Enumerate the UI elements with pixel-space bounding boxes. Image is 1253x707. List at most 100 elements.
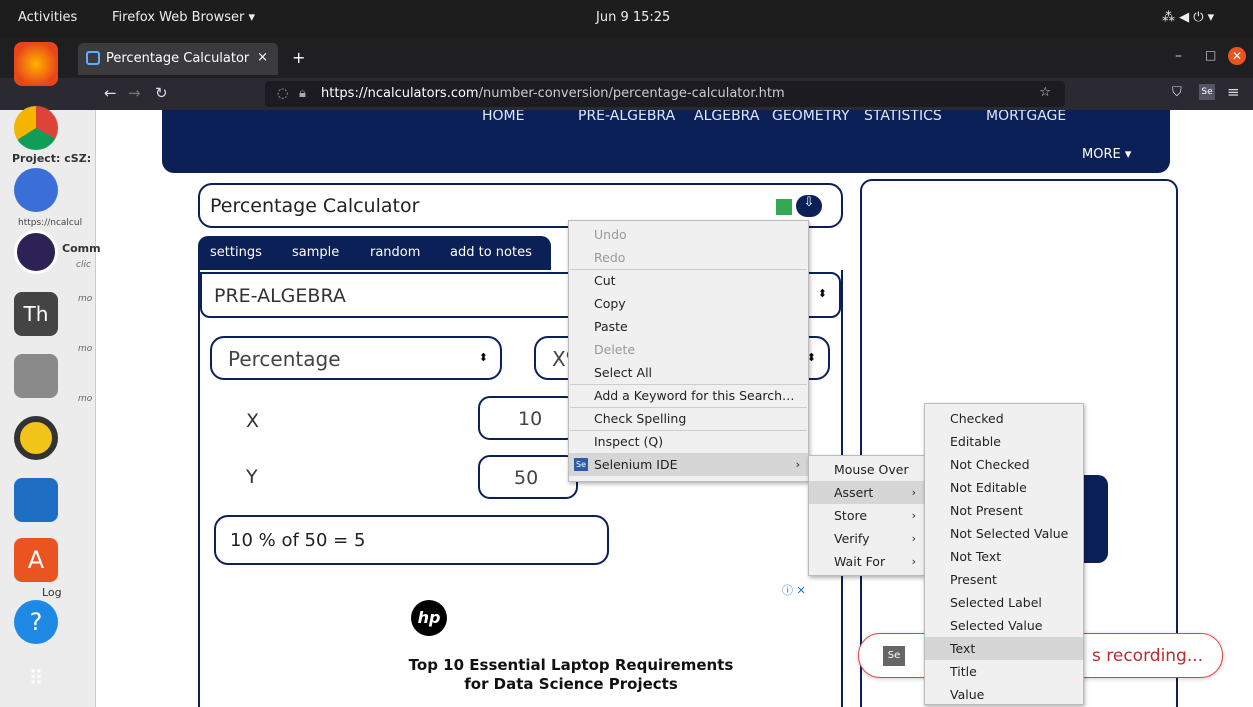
assert-not-present[interactable]: Not Present — [925, 499, 1083, 522]
assert-editable[interactable]: Editable — [925, 430, 1083, 453]
selenium-icon: Se — [574, 458, 588, 471]
ctx-item-label: Undo — [594, 227, 627, 242]
tab-add-to-notes[interactable]: add to notes — [450, 245, 532, 260]
x-input[interactable]: 10 — [478, 396, 578, 440]
ctx-item-redo[interactable]: Redo — [569, 246, 808, 269]
ctx-item-inspect-q[interactable]: Inspect (Q) — [569, 430, 808, 453]
sheets-icon[interactable] — [776, 199, 792, 215]
ctx-item-copy[interactable]: Copy — [569, 292, 808, 315]
submenu-label: Store — [834, 508, 868, 523]
selenium-mouse-over[interactable]: Mouse Over — [809, 458, 924, 481]
assert-not-editable[interactable]: Not Editable — [925, 476, 1083, 499]
menu-hamburger-icon[interactable]: ≡ — [1227, 83, 1240, 101]
assert-not-selected-value[interactable]: Not Selected Value — [925, 522, 1083, 545]
selenium-assert[interactable]: Assert › — [809, 481, 924, 504]
writer-icon[interactable] — [14, 478, 58, 522]
forward-icon[interactable]: → — [128, 84, 141, 102]
site-nav: HOME PRE-ALGEBRA ALGEBRA GEOMETRY STATISTICS… — [162, 110, 1170, 173]
help-icon[interactable]: ? — [14, 600, 58, 644]
ctx-item-label: Delete — [594, 342, 636, 357]
ctx-item-label: Select All — [594, 365, 653, 380]
chrome-icon[interactable] — [14, 106, 58, 150]
site-nav-home[interactable]: HOME — [482, 110, 524, 124]
bookmark-star-icon[interactable]: ☆ — [1039, 85, 1051, 100]
activities-button[interactable]: Activities — [18, 10, 77, 25]
ad-headline[interactable]: Top 10 Essential Laptop Requirements for… — [406, 656, 736, 694]
ctx-item-selenium-ide[interactable]: Selenium IDE Se › — [569, 453, 808, 476]
y-input[interactable]: 50 — [478, 455, 578, 499]
assert-submenu: Checked Editable Not Checked Not Editable No… — [924, 403, 1084, 705]
app-menu[interactable]: Firefox Web Browser ▾ — [112, 10, 255, 25]
calc-type-select[interactable]: Percentage ⬍ — [210, 336, 502, 380]
select-arrows-icon: ⬍ — [478, 351, 488, 364]
maximize-button[interactable]: □ — [1205, 48, 1216, 62]
ctx-item-label: Selenium IDE — [594, 457, 678, 472]
ctx-item-undo[interactable]: Undo — [569, 223, 808, 246]
assert-present[interactable]: Present — [925, 568, 1083, 591]
submenu-label: Not Editable — [950, 480, 1027, 495]
system-status-icons[interactable]: ⁂ ◀ ⏻ ▾ — [1162, 10, 1214, 25]
reload-icon[interactable]: ↻ — [155, 84, 168, 102]
tab-sample[interactable]: sample — [292, 245, 339, 260]
context-menu: Undo Redo Cut Copy Paste Delete Select All Add … — [568, 220, 809, 482]
site-nav-more[interactable]: MORE ▾ — [1082, 147, 1131, 162]
ctx-item-cut[interactable]: Cut — [569, 269, 808, 292]
assert-not-text[interactable]: Not Text — [925, 545, 1083, 568]
files-icon[interactable] — [14, 354, 58, 398]
software-center-icon[interactable]: A — [14, 538, 58, 582]
ctx-item-check-spelling[interactable]: Check Spelling — [569, 407, 808, 430]
submenu-arrow-icon: › — [911, 486, 916, 499]
firefox-icon[interactable] — [14, 42, 58, 86]
result-box: 10 % of 50 = 5 — [214, 515, 609, 565]
site-nav-geometry[interactable]: GEOMETRY — [772, 110, 850, 124]
new-tab-button[interactable]: + — [292, 48, 305, 67]
submenu-label: Assert — [834, 485, 874, 500]
ctx-item-delete[interactable]: Delete — [569, 338, 808, 361]
submenu-label: Verify — [834, 531, 870, 546]
assert-selected-label[interactable]: Selected Label — [925, 591, 1083, 614]
tab-random[interactable]: random — [370, 245, 420, 260]
ctx-item-paste[interactable]: Paste — [569, 315, 808, 338]
submenu-label: Editable — [950, 434, 1001, 449]
close-window-button[interactable]: ✕ — [1228, 47, 1246, 65]
pocket-icon[interactable]: ⛉ — [1172, 85, 1182, 100]
calculator-title: Percentage Calculator — [210, 195, 420, 217]
submenu-label: Title — [950, 664, 977, 679]
thunderbird-icon[interactable] — [14, 168, 58, 212]
site-nav-mortgage[interactable]: MORTGAGE — [986, 110, 1066, 124]
minimize-button[interactable]: – — [1175, 48, 1182, 64]
selenium-extension-icon[interactable]: Se — [1199, 84, 1215, 100]
ad-choices-icon[interactable]: ⓘ ✕ — [782, 582, 806, 598]
assert-not-checked[interactable]: Not Checked — [925, 453, 1083, 476]
assert-value[interactable]: Value — [925, 683, 1083, 706]
selenium-store[interactable]: Store › — [809, 504, 924, 527]
site-nav-pre-algebra[interactable]: PRE-ALGEBRA — [578, 110, 675, 124]
download-cloud-icon[interactable]: ⇩ — [796, 195, 822, 217]
back-icon[interactable]: ← — [104, 84, 117, 102]
submenu-label: Mouse Over — [834, 462, 909, 477]
ctx-item-add-a-keyword-for-this-search[interactable]: Add a Keyword for this Search… — [569, 384, 808, 407]
clock[interactable]: Jun 9 15:25 — [596, 10, 670, 25]
assert-checked[interactable]: Checked — [925, 407, 1083, 430]
y-label: Y — [246, 466, 258, 488]
selenium-verify[interactable]: Verify › — [809, 527, 924, 550]
rhythmbox-icon[interactable] — [14, 416, 58, 460]
tab-close-icon[interactable]: × — [257, 50, 268, 65]
selenium-logo-icon: Se — [883, 646, 905, 666]
url-bar[interactable]: ◌ 🔒︎ https://ncalculators.com/number-con… — [265, 81, 1065, 107]
ctx-item-label: Add a Keyword for this Search… — [594, 388, 795, 403]
eclipse-icon[interactable] — [14, 230, 58, 274]
typora-icon[interactable]: Th — [14, 292, 58, 336]
assert-selected-value[interactable]: Selected Value — [925, 614, 1083, 637]
tab-percentage-calculator[interactable]: Percentage Calculator × — [78, 43, 278, 75]
show-apps-grid-icon[interactable]: ⠿ — [14, 656, 58, 700]
selenium-wait-for[interactable]: Wait For › — [809, 550, 924, 573]
ctx-item-select-all[interactable]: Select All — [569, 361, 808, 384]
site-nav-algebra[interactable]: ALGEBRA — [694, 110, 759, 124]
assert-text[interactable]: Text — [925, 637, 1083, 660]
assert-title[interactable]: Title — [925, 660, 1083, 683]
tab-settings[interactable]: settings — [210, 245, 262, 260]
site-nav-statistics[interactable]: STATISTICS — [864, 110, 942, 124]
submenu-label: Not Present — [950, 503, 1023, 518]
ctx-item-label: Copy — [594, 296, 626, 311]
